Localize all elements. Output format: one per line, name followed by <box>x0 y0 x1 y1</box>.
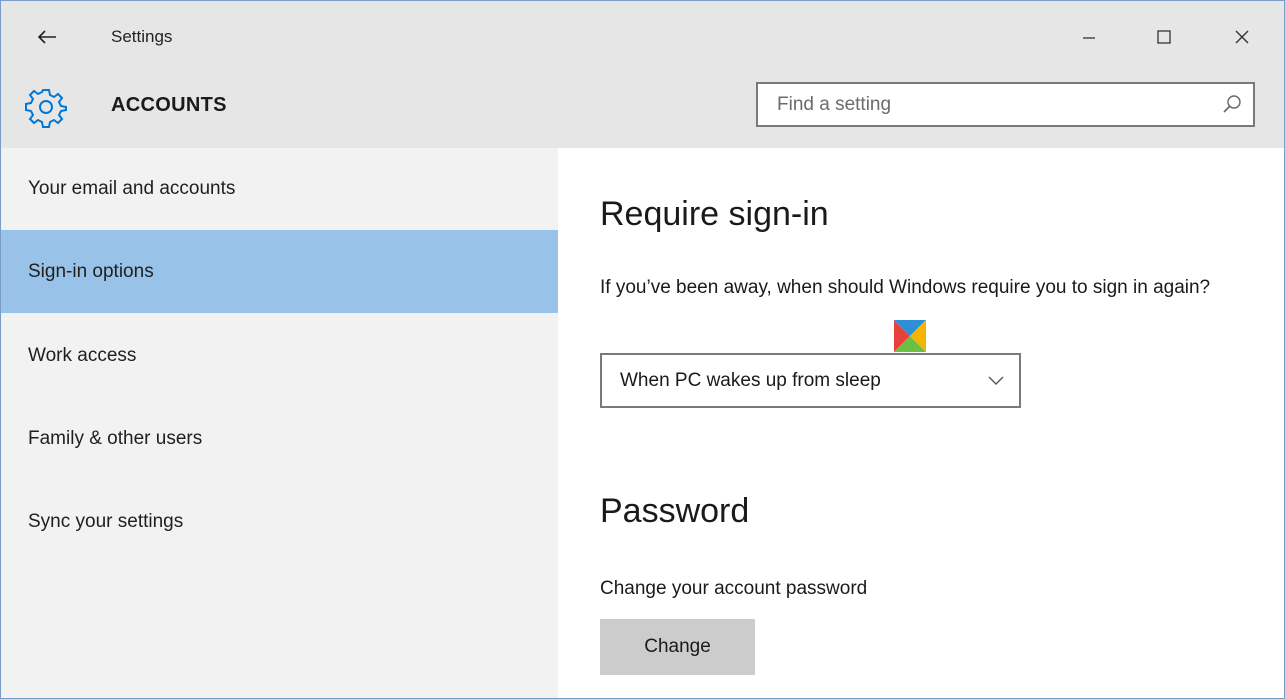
minimize-button[interactable] <box>1059 15 1119 59</box>
page-header: ACCOUNTS <box>1 73 1284 148</box>
section-title: ACCOUNTS <box>111 94 227 116</box>
sidebar-item-family-users[interactable]: Family & other users <box>1 397 558 480</box>
title-bar: Settings <box>1 1 1284 73</box>
site-logo-icon <box>894 320 926 352</box>
sidebar: Your email and accounts Sign-in options … <box>1 148 558 698</box>
search-box[interactable] <box>756 82 1255 127</box>
sidebar-item-work-access[interactable]: Work access <box>1 314 558 397</box>
search-input[interactable] <box>758 84 1217 125</box>
sidebar-item-email-accounts[interactable]: Your email and accounts <box>1 148 558 231</box>
app-title: Settings <box>111 27 173 46</box>
sidebar-item-sign-in-options[interactable]: Sign-in options <box>1 230 558 313</box>
header-band: Settings ACCOUNTS Find a setting <box>1 1 1284 148</box>
require-sign-in-question: If you’ve been away, when should Windows… <box>600 277 1211 298</box>
close-button[interactable] <box>1212 15 1272 59</box>
change-password-button[interactable]: Change <box>600 619 755 675</box>
back-arrow-icon <box>37 30 56 44</box>
require-sign-in-dropdown[interactable]: When PC wakes up from sleep <box>600 353 1021 408</box>
search-icon[interactable] <box>1221 93 1243 115</box>
chevron-down-icon <box>988 376 1004 385</box>
back-button[interactable] <box>27 19 67 55</box>
require-sign-in-heading: Require sign-in <box>600 195 829 233</box>
password-description: Change your account password <box>600 578 868 599</box>
sidebar-item-sync-settings[interactable]: Sync your settings <box>1 480 558 563</box>
settings-window: Settings ACCOUNTS Find a setting Your em… <box>0 0 1285 699</box>
gear-icon <box>25 89 67 128</box>
maximize-icon <box>1157 30 1171 44</box>
minimize-icon <box>1083 37 1095 39</box>
main-content: Require sign-in If you’ve been away, whe… <box>558 148 1284 698</box>
maximize-button[interactable] <box>1134 15 1194 59</box>
close-icon <box>1235 30 1249 44</box>
password-heading: Password <box>600 492 750 530</box>
dropdown-selected-value: When PC wakes up from sleep <box>620 369 881 391</box>
